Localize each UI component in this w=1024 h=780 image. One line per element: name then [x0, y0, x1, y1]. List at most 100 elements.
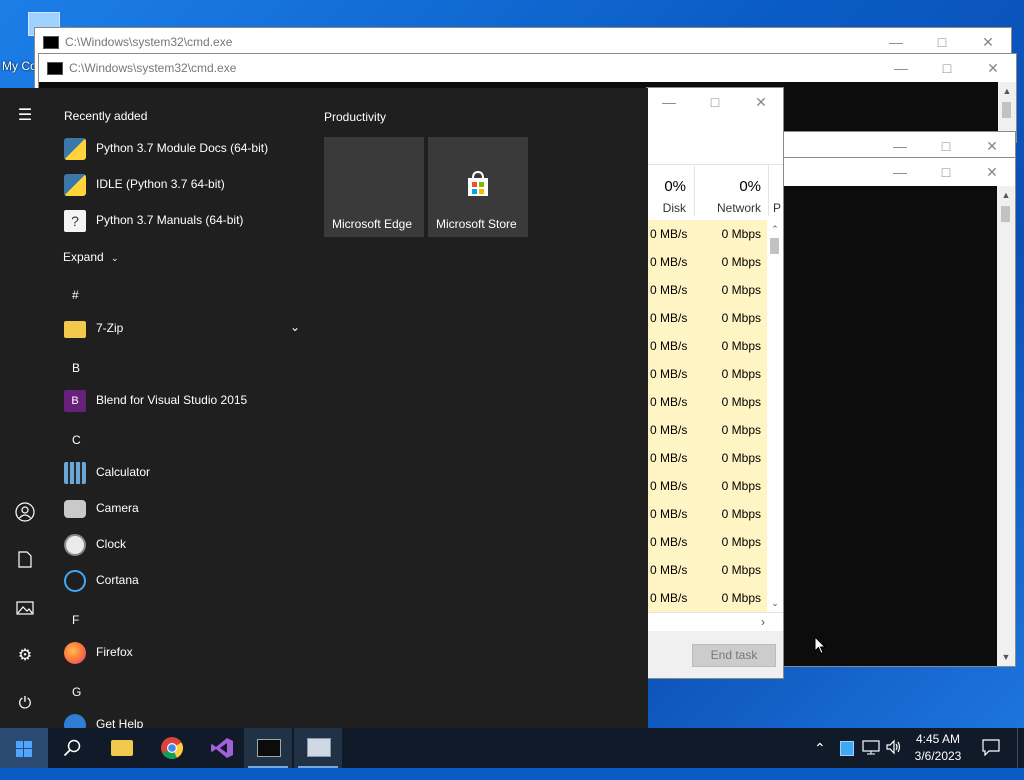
- table-row[interactable]: 0 MB/s 0 Mbps: [648, 584, 768, 612]
- chevron-down-icon: ⌄: [111, 253, 119, 263]
- scroll-thumb[interactable]: [1002, 102, 1011, 118]
- recent-app-idle[interactable]: IDLE (Python 3.7 64-bit): [62, 170, 302, 200]
- table-row[interactable]: 0 MB/s 0 Mbps: [648, 220, 768, 248]
- tm-column-power[interactable]: P: [768, 164, 783, 216]
- app-get-help[interactable]: Get Help: [62, 710, 302, 728]
- cmd-titlebar[interactable]: — □ ✕: [780, 132, 1015, 160]
- tm-column-network[interactable]: 0% Network: [694, 164, 769, 216]
- close-button[interactable]: ✕: [969, 132, 1015, 160]
- app-name: Python 3.7 Module Docs (64-bit): [96, 141, 269, 155]
- network-icon[interactable]: [862, 739, 880, 779]
- table-row[interactable]: 0 MB/s 0 Mbps: [648, 472, 768, 500]
- app-cortana[interactable]: Cortana: [62, 566, 302, 596]
- app-7zip[interactable]: 7-Zip ⌄: [62, 314, 302, 344]
- close-button[interactable]: ✕: [965, 28, 1011, 56]
- volume-icon[interactable]: [886, 739, 902, 779]
- taskbar-task-manager[interactable]: [294, 728, 342, 768]
- tm-vertical-scrollbar[interactable]: ⌃ ⌄: [767, 220, 783, 612]
- group-header-f[interactable]: F: [72, 613, 79, 627]
- scroll-thumb[interactable]: [770, 238, 779, 254]
- search-button[interactable]: [48, 728, 96, 768]
- tile-microsoft-edge[interactable]: Microsoft Edge: [324, 137, 424, 237]
- maximize-button[interactable]: □: [923, 132, 969, 160]
- scroll-thumb[interactable]: [1001, 206, 1010, 222]
- table-row[interactable]: 0 MB/s 0 Mbps: [648, 416, 768, 444]
- user-account-icon[interactable]: [0, 494, 50, 530]
- expand-button[interactable]: Expand ⌄: [63, 250, 119, 264]
- taskbar-file-explorer[interactable]: [98, 728, 146, 768]
- table-row[interactable]: 0 MB/s 0 Mbps: [648, 360, 768, 388]
- scroll-down-arrow[interactable]: ⌄: [767, 594, 783, 612]
- minimize-button[interactable]: —: [877, 132, 923, 160]
- table-row[interactable]: 0 MB/s 0 Mbps: [648, 276, 768, 304]
- chevron-down-icon[interactable]: ⌄: [290, 320, 300, 334]
- app-camera[interactable]: Camera: [62, 494, 302, 524]
- table-row[interactable]: 0 MB/s 0 Mbps: [648, 304, 768, 332]
- table-row[interactable]: 0 MB/s 0 Mbps: [648, 556, 768, 584]
- close-button[interactable]: ✕: [969, 158, 1015, 186]
- scroll-down-arrow[interactable]: ▼: [997, 648, 1015, 666]
- recent-app-python-manuals[interactable]: ? Python 3.7 Manuals (64-bit): [62, 206, 302, 236]
- cmd-titlebar[interactable]: C:\Windows\system32\cmd.exe — □ ✕: [35, 28, 1011, 56]
- tray-app-icon[interactable]: [840, 741, 854, 756]
- cmd-icon: [47, 62, 63, 75]
- power-icon[interactable]: ⏻: [0, 686, 50, 722]
- action-center-notification-icon[interactable]: [982, 739, 1000, 779]
- close-button[interactable]: ✕: [970, 54, 1016, 82]
- table-row[interactable]: 0 MB/s 0 Mbps: [648, 332, 768, 360]
- vertical-scrollbar[interactable]: ▲ ▼: [997, 186, 1015, 666]
- scroll-right-arrow[interactable]: ›: [761, 615, 765, 629]
- tm-column-disk[interactable]: 0% Disk: [648, 164, 694, 216]
- documents-icon[interactable]: [0, 542, 50, 578]
- app-firefox[interactable]: Firefox: [62, 638, 302, 668]
- tile-microsoft-store[interactable]: Microsoft Store: [428, 137, 528, 237]
- table-row[interactable]: 0 MB/s 0 Mbps: [648, 388, 768, 416]
- scroll-up-arrow[interactable]: ▲: [998, 82, 1016, 100]
- cmd-window-right-b[interactable]: — □ ✕ ▲ ▼: [780, 157, 1016, 667]
- table-row[interactable]: 0 MB/s 0 Mbps: [648, 528, 768, 556]
- pictures-icon[interactable]: [0, 590, 50, 626]
- table-row[interactable]: 0 MB/s 0 Mbps: [648, 500, 768, 528]
- tm-horizontal-scrollbar[interactable]: ›: [648, 612, 783, 631]
- table-row[interactable]: 0 MB/s 0 Mbps: [648, 248, 768, 276]
- group-header-c[interactable]: C: [72, 433, 81, 447]
- maximize-button[interactable]: □: [924, 54, 970, 82]
- settings-gear-icon[interactable]: ⚙: [0, 638, 50, 674]
- taskbar-clock[interactable]: 4:45 AM 3/6/2023: [906, 731, 970, 765]
- expand-label: Expand: [63, 250, 104, 264]
- app-name: IDLE (Python 3.7 64-bit): [96, 177, 225, 191]
- maximize-button[interactable]: □: [692, 88, 738, 116]
- recent-app-python-docs[interactable]: Python 3.7 Module Docs (64-bit): [62, 134, 302, 164]
- show-hidden-icons-chevron-icon[interactable]: ⌃: [814, 740, 826, 780]
- app-blend[interactable]: B Blend for Visual Studio 2015: [62, 386, 302, 416]
- minimize-button[interactable]: —: [878, 54, 924, 82]
- scroll-up-arrow[interactable]: ▲: [997, 186, 1015, 204]
- table-row[interactable]: 0 MB/s 0 Mbps: [648, 444, 768, 472]
- maximize-button[interactable]: □: [919, 28, 965, 56]
- minimize-button[interactable]: —: [877, 158, 923, 186]
- group-header-b[interactable]: B: [72, 361, 80, 375]
- app-clock[interactable]: Clock: [62, 530, 302, 560]
- maximize-button[interactable]: □: [923, 158, 969, 186]
- taskbar-visual-studio[interactable]: [198, 728, 246, 768]
- cmd-titlebar[interactable]: — □ ✕: [780, 158, 1015, 186]
- end-task-button[interactable]: End task: [692, 644, 776, 667]
- app-name: Firefox: [96, 645, 133, 659]
- minimize-button[interactable]: —: [873, 28, 919, 56]
- scroll-up-arrow[interactable]: ⌃: [767, 220, 783, 238]
- tm-titlebar[interactable]: — □ ✕: [646, 88, 783, 118]
- console-area[interactable]: [780, 186, 997, 666]
- group-header-hash[interactable]: #: [72, 288, 79, 302]
- close-button[interactable]: ✕: [738, 88, 784, 116]
- cmd-titlebar[interactable]: C:\Windows\system32\cmd.exe — □ ✕: [39, 54, 1016, 82]
- network-header: Network: [716, 201, 761, 215]
- group-header-g[interactable]: G: [72, 685, 81, 699]
- taskbar-chrome[interactable]: [148, 728, 196, 768]
- show-desktop-button[interactable]: [1017, 728, 1024, 768]
- hamburger-menu-icon[interactable]: ☰: [0, 98, 50, 134]
- taskbar-cmd[interactable]: [244, 728, 292, 768]
- network-cell: 0 Mbps: [695, 416, 767, 444]
- app-calculator[interactable]: Calculator: [62, 458, 302, 488]
- start-button[interactable]: [0, 728, 48, 768]
- minimize-button[interactable]: —: [646, 88, 692, 116]
